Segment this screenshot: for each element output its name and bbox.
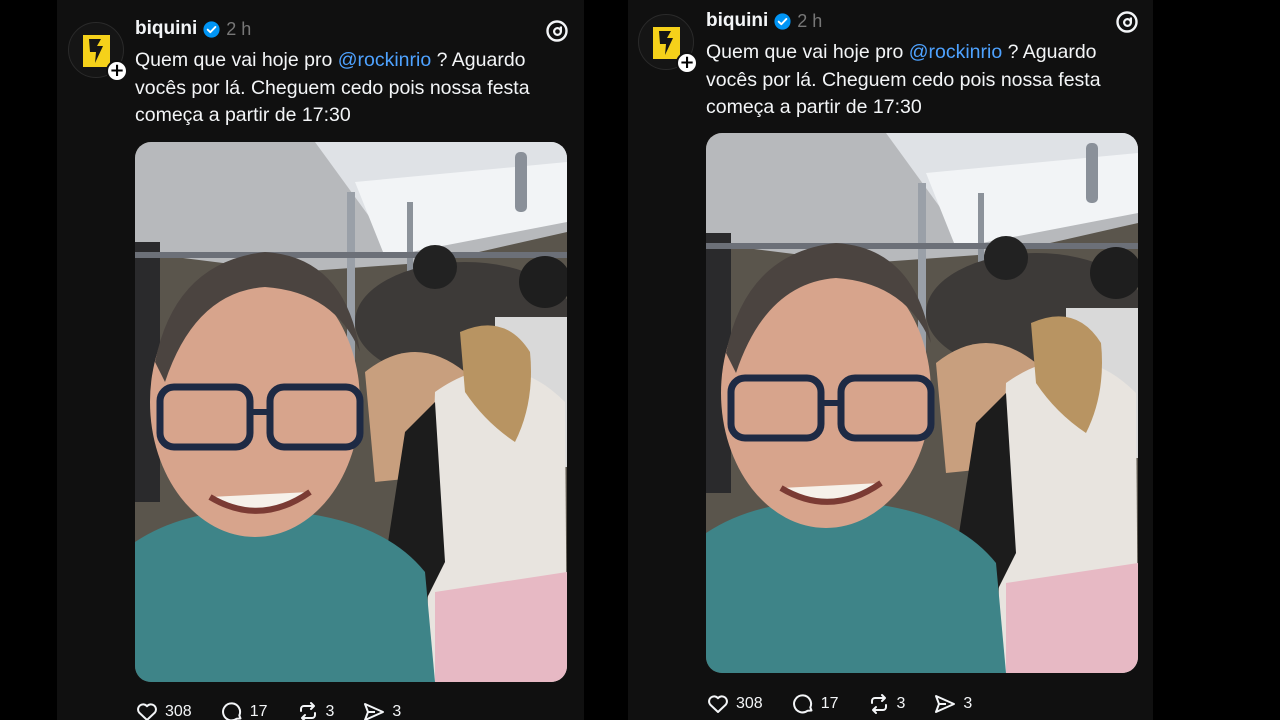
comment-count: 17 [820,695,839,712]
post-photo[interactable] [135,142,567,682]
post-text-start: Quem que vai hoje pro [706,41,909,63]
heart-icon [137,703,157,720]
post-actions: 308 17 3 3 [706,692,1000,716]
username[interactable]: biquini [706,10,768,32]
post-text-start: Quem que vai hoje pro [135,49,338,71]
like-button[interactable]: 308 [135,700,192,720]
comment-bubble-icon [221,702,242,720]
thread-post-card: + biquini 2 h Quem que vai hoje pro @roc… [628,0,1153,720]
mention-link[interactable]: @rockinrio [338,49,431,71]
comment-button[interactable]: 17 [791,692,839,716]
share-button[interactable]: 3 [933,692,972,716]
like-count: 308 [165,703,192,720]
post-photo[interactable] [706,133,1138,673]
like-count: 308 [736,695,763,712]
like-button[interactable]: 308 [706,692,763,716]
comment-count: 17 [249,703,268,720]
share-button[interactable]: 3 [362,700,401,720]
repost-count: 3 [325,703,335,720]
post-time: 2 h [797,10,823,31]
verified-badge-icon [203,20,220,38]
share-count: 3 [392,703,402,720]
repost-icon [870,694,887,714]
post-text: Quem que vai hoje pro @rockinrio ? Aguar… [135,47,565,130]
biquini-logo-icon [653,27,680,59]
verified-badge-icon [774,12,791,30]
threads-logo-icon[interactable] [545,19,569,43]
send-icon [364,703,385,720]
thread-post-card: + biquini 2 h Quem que vai hoje pro @roc… [57,0,584,720]
post-time: 2 h [226,18,252,39]
repost-button[interactable]: 3 [296,700,335,720]
post-header: biquini 2 h [135,18,251,40]
repost-count: 3 [896,695,906,712]
comment-button[interactable]: 17 [220,700,268,720]
post-header: biquini 2 h [706,10,822,32]
threads-logo-icon[interactable] [1115,10,1139,34]
heart-icon [708,695,728,713]
follow-plus-icon[interactable]: + [106,60,128,82]
repost-icon [299,702,316,720]
post-actions: 308 17 3 3 [135,700,429,720]
biquini-logo-icon [83,35,110,67]
send-icon [935,695,956,713]
share-count: 3 [963,695,973,712]
mention-link[interactable]: @rockinrio [909,41,1002,63]
post-text: Quem que vai hoje pro @rockinrio ? Aguar… [706,39,1136,122]
username[interactable]: biquini [135,18,197,40]
repost-button[interactable]: 3 [867,692,906,716]
comment-bubble-icon [792,694,813,714]
follow-plus-icon[interactable]: + [676,52,698,74]
